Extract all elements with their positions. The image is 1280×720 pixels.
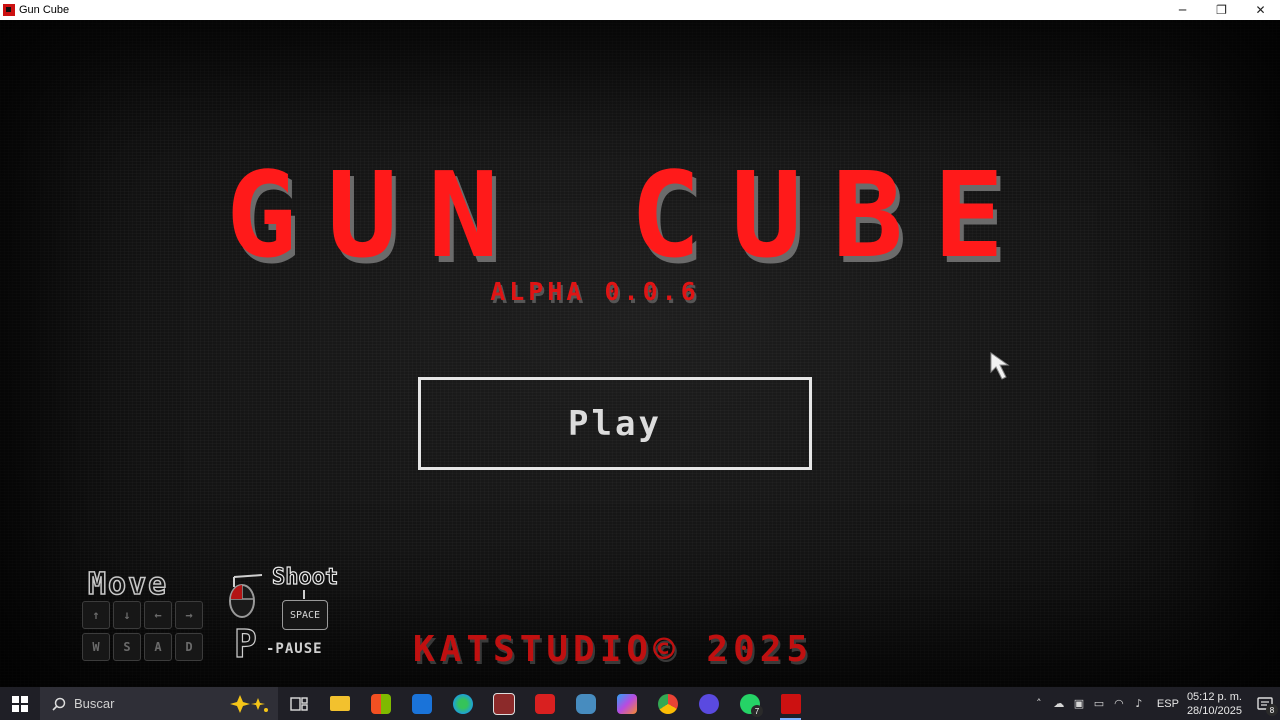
folder-icon	[329, 696, 350, 711]
windows-logo-icon	[12, 695, 28, 712]
cloud-offline-icon[interactable]: ☁	[1049, 687, 1069, 720]
language-indicator[interactable]: ESP	[1157, 698, 1179, 710]
wifi-icon[interactable]: ◠	[1109, 687, 1129, 720]
s-key: S	[113, 633, 141, 661]
store-icon	[370, 693, 391, 714]
chrome-icon	[657, 693, 678, 714]
start-button[interactable]	[0, 687, 40, 720]
taskbar-app-whatsapp[interactable]: 7	[729, 687, 770, 720]
task-view-icon	[289, 696, 308, 711]
pixel-cursor-icon	[990, 352, 1010, 380]
game-title: GUN CUBE	[225, 146, 1035, 284]
arrow-up-key: ↑	[82, 601, 110, 629]
taskbar-app-game[interactable]	[483, 687, 524, 720]
clock[interactable]: 05:12 p. m. 28/10/2025	[1187, 690, 1242, 718]
arrow-down-key: ↓	[113, 601, 141, 629]
battery-icon[interactable]: ▭	[1089, 687, 1109, 720]
taskbar-app-outlook[interactable]	[401, 687, 442, 720]
space-key: SPACE	[282, 600, 328, 630]
clock-time: 05:12 p. m.	[1186, 690, 1242, 703]
taskbar-app-browser[interactable]	[688, 687, 729, 720]
d-key: D	[175, 633, 203, 661]
minimize-button[interactable]: ─	[1163, 0, 1202, 20]
copilot-icon	[616, 693, 637, 714]
taskbar-app-microsoft-store[interactable]	[360, 687, 401, 720]
system-tray: ˄ ☁ ▣ ▭ ◠ ♪ ESP 05:12 p. m. 28/10/2025 8	[1029, 687, 1280, 720]
play-button[interactable]: Play	[418, 377, 812, 470]
close-button[interactable]: ✕	[1241, 0, 1280, 20]
wps-office-icon	[534, 693, 555, 714]
taskbar-app-gun-cube[interactable]	[770, 687, 811, 720]
clock-date: 28/10/2025	[1186, 704, 1242, 717]
arrow-right-key: →	[175, 601, 203, 629]
outlook-icon	[411, 693, 432, 714]
window-controls: ─ ❐ ✕	[1163, 0, 1280, 20]
pause-hint-label: -PAUSE	[266, 641, 323, 657]
move-hint-label: Move	[87, 566, 169, 603]
chevron-up-icon[interactable]: ˄	[1029, 687, 1049, 720]
game-app-icon	[492, 692, 515, 715]
app-icon	[3, 4, 15, 16]
sparkle-icon	[230, 695, 268, 713]
taskbar-app-file-explorer[interactable]	[319, 687, 360, 720]
search-placeholder: Buscar	[74, 696, 115, 711]
taskbar-app-wps-office[interactable]	[524, 687, 565, 720]
taskbar: Buscar 7 ˄ ☁ ▣ ▭ ◠ ♪ ESP 05:12 p. m. 28/…	[0, 687, 1280, 720]
shoot-hint-label: Shoot	[271, 564, 339, 590]
task-view-button[interactable]	[278, 687, 319, 720]
taskbar-app-godot[interactable]	[565, 687, 606, 720]
space-connector-line	[303, 590, 305, 599]
vignette-overlay	[0, 20, 1280, 687]
w-key: W	[82, 633, 110, 661]
whatsapp-badge: 7	[751, 705, 763, 717]
taskbar-search[interactable]: Buscar	[40, 687, 278, 720]
pause-key: P	[233, 622, 257, 666]
taskbar-app-copilot[interactable]	[606, 687, 647, 720]
mouse-icon	[229, 574, 263, 618]
play-label: Play	[568, 403, 662, 444]
credit-label: KATSTUDIO© 2025	[413, 629, 814, 670]
game-canvas[interactable]: GUN CUBE ALPHA 0.0.6 Play Move ↑ ↓ ← → W…	[0, 20, 1280, 687]
godot-icon	[575, 693, 596, 714]
a-key: A	[144, 633, 172, 661]
gun-cube-icon	[780, 693, 801, 714]
monitor-icon[interactable]: ▣	[1069, 687, 1089, 720]
taskbar-app-chrome[interactable]	[647, 687, 688, 720]
volume-icon[interactable]: ♪	[1129, 687, 1149, 720]
notification-center-button[interactable]: 8	[1250, 687, 1280, 720]
window-title-bar: Gun Cube ─ ❐ ✕	[0, 0, 1280, 21]
browser-icon	[698, 693, 719, 714]
search-icon	[52, 697, 66, 711]
arrow-left-key: ←	[144, 601, 172, 629]
restore-button[interactable]: ❐	[1202, 0, 1241, 20]
notification-badge: 8	[1266, 704, 1278, 716]
window-title: Gun Cube	[19, 4, 70, 16]
taskbar-app-edge[interactable]	[442, 687, 483, 720]
version-label: ALPHA 0.0.6	[490, 277, 700, 306]
edge-icon	[452, 693, 473, 714]
